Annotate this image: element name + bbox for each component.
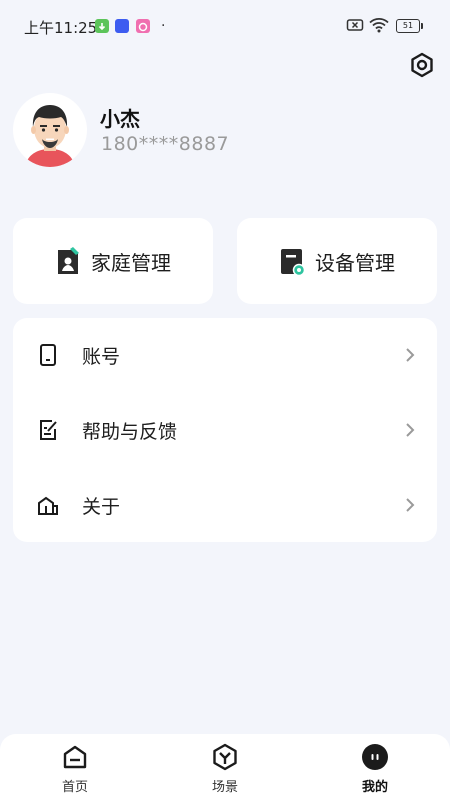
chevron-right-icon	[406, 498, 415, 512]
scene-icon	[213, 743, 237, 771]
tab-label: 场景	[211, 780, 238, 795]
account-icon	[40, 344, 56, 366]
app-icon	[115, 19, 129, 33]
battery-icon: 51	[396, 19, 423, 33]
download-icon	[95, 19, 109, 33]
avatar[interactable]	[13, 93, 87, 167]
about-icon	[38, 496, 58, 515]
card-label: 设备管理	[315, 250, 395, 275]
chevron-right-icon	[406, 423, 415, 437]
device-management-card[interactable]: 设备管理	[237, 218, 437, 304]
tab-scene[interactable]: 场景	[150, 734, 300, 800]
status-time: 上午11:25	[24, 19, 98, 37]
settings-icon	[411, 52, 433, 78]
app-icon	[136, 19, 150, 33]
settings-button[interactable]	[408, 51, 436, 79]
feedback-icon	[40, 420, 57, 440]
user-name: 小杰	[100, 107, 140, 131]
home-management-card[interactable]: 家庭管理	[13, 218, 213, 304]
wifi-icon	[369, 17, 389, 37]
home-icon	[63, 745, 87, 769]
menu-label: 关于	[82, 496, 121, 518]
profile-icon	[362, 744, 388, 770]
no-sim-icon	[346, 17, 364, 37]
status-bar: 上午11:25 · 51	[0, 0, 450, 52]
settings-menu: 账号 帮助与反馈 关于	[13, 318, 437, 542]
bottom-tab-bar: 首页 场景 我的	[0, 734, 450, 800]
home-card-icon	[58, 247, 79, 274]
tab-label: 我的	[361, 780, 388, 795]
menu-label: 帮助与反馈	[82, 421, 178, 443]
menu-label: 账号	[82, 346, 121, 368]
card-label: 家庭管理	[91, 250, 171, 275]
menu-item-feedback[interactable]: 帮助与反馈	[13, 393, 437, 467]
status-dot: ·	[161, 18, 166, 34]
menu-item-account[interactable]: 账号	[13, 318, 437, 392]
device-card-icon	[281, 249, 305, 276]
tab-profile[interactable]: 我的	[300, 734, 450, 800]
tab-home[interactable]: 首页	[0, 734, 150, 800]
chevron-right-icon	[406, 348, 415, 362]
tab-label: 首页	[61, 780, 88, 795]
menu-item-about[interactable]: 关于	[13, 468, 437, 542]
user-phone: 180****8887	[101, 133, 230, 155]
